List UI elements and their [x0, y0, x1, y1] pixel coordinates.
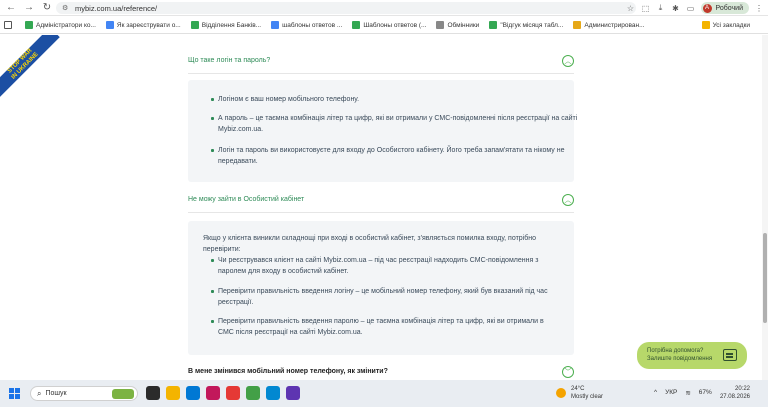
- list-item: Перевірити правильність введення логіну …: [211, 287, 558, 308]
- menu-icon[interactable]: ⋮: [754, 4, 764, 13]
- edge-icon[interactable]: [186, 386, 200, 400]
- search-placeholder: Пошук: [45, 390, 67, 397]
- taskbar-search[interactable]: ⌕ Пошук: [30, 386, 138, 401]
- divider: [188, 73, 574, 74]
- stop-war-ribbon: STOP WAR IN UKRAINE: [0, 35, 60, 101]
- sun-icon: [556, 388, 566, 398]
- help-line2: Залиште повідомлення: [647, 355, 713, 362]
- doc-icon: [271, 21, 280, 29]
- bookmark-item[interactable]: "Відгук місяця табл...: [489, 21, 563, 29]
- answer-intro: Якщо у клієнта виникли складнощі при вхо…: [203, 235, 536, 253]
- download-icon[interactable]: ⤓: [656, 3, 666, 13]
- help-line1: Потрібна допомога?: [647, 348, 704, 354]
- sheets-icon: [25, 21, 33, 29]
- globe-icon: [436, 21, 445, 29]
- bookmark-item[interactable]: Шаблоны ответов (...: [352, 21, 426, 29]
- bookmark-label: Шаблоны ответов (...: [363, 21, 427, 29]
- bookmark-label: Администрирован...: [584, 21, 645, 29]
- chevron-down-icon[interactable]: ﹀: [562, 366, 574, 378]
- taskbar: ⌕ Пошук 24°C Mostly clear ^ УКР ≋ 67% 20…: [0, 380, 768, 407]
- profile-label: Робочий: [715, 4, 743, 12]
- app-icon[interactable]: [206, 386, 220, 400]
- clock[interactable]: 20:22 27.08.2026: [720, 385, 750, 401]
- date: 27.08.2026: [719, 394, 750, 400]
- sidepanel-icon[interactable]: ▭: [686, 4, 696, 13]
- bookmark-item[interactable]: Як зареєструвати о...: [105, 21, 181, 29]
- list-item: Логін та пароль ви використовуєте для вх…: [211, 146, 568, 167]
- bookmark-label: Як зареєструвати о...: [116, 21, 181, 29]
- bookmark-label: "Відгук місяця табл...: [500, 21, 564, 29]
- chrome-icon[interactable]: [226, 386, 240, 400]
- bookmark-item[interactable]: шаблоны ответов ...: [271, 21, 342, 29]
- bookmark-item[interactable]: Адміністратори ко...: [25, 21, 96, 29]
- bookmark-label: Адміністратори ко...: [36, 21, 96, 29]
- faq-question-3[interactable]: В мене змінився мобільний номер телефону…: [188, 368, 388, 375]
- chat-icon: [723, 349, 737, 361]
- app-icon[interactable]: [286, 386, 300, 400]
- bookmarks-bar: Адміністратори ко... Як зареєструвати о.…: [0, 17, 768, 34]
- sheets-icon: [190, 21, 199, 29]
- site-info-icon[interactable]: ⚙: [62, 4, 70, 12]
- faq-question-1[interactable]: Що таке логін та пароль?: [188, 57, 270, 64]
- weather-widget[interactable]: 24°C Mostly clear: [556, 385, 603, 401]
- sheets-icon: [352, 21, 361, 29]
- chevron-up-icon[interactable]: ^: [654, 389, 657, 397]
- avatar: А: [702, 3, 712, 13]
- search-highlight-icon: [112, 389, 134, 399]
- language-indicator[interactable]: УКР: [665, 389, 677, 397]
- sheets-icon: [489, 21, 498, 29]
- list-item: А пароль – це таємна комбінація літер та…: [211, 114, 578, 135]
- help-widget[interactable]: Потрібна допомога? Залиште повідомлення: [637, 342, 747, 369]
- faq-question-2[interactable]: Не можу зайти в Особистий кабінет: [188, 196, 304, 203]
- bookmark-item[interactable]: Відділення Банків...: [190, 21, 262, 29]
- reload-icon[interactable]: ↻: [40, 1, 54, 15]
- folder-icon: [701, 21, 710, 29]
- system-tray: ^ УКР ≋ 67%: [654, 389, 712, 397]
- battery-label[interactable]: 67%: [699, 389, 712, 397]
- time: 20:22: [734, 386, 750, 392]
- list-item: Логіном є ваш номер мобільного телефону.: [211, 95, 558, 106]
- admin-icon: [573, 21, 582, 29]
- forward-icon[interactable]: →: [22, 1, 36, 15]
- bookmark-item[interactable]: Обмінники: [436, 21, 479, 29]
- address-bar[interactable]: ⚙ mybiz.com.ua/reference/: [56, 2, 636, 14]
- bookmark-item[interactable]: Администрирован...: [573, 21, 645, 29]
- page-content: STOP WAR IN UKRAINE Що таке логін та пар…: [0, 35, 768, 380]
- apps-icon[interactable]: [4, 21, 15, 29]
- wifi-icon[interactable]: ≋: [685, 389, 690, 397]
- chevron-up-icon[interactable]: ︿: [562, 194, 574, 206]
- list-item: Чи реєструвався клієнт на сайті Mybiz.co…: [211, 256, 558, 277]
- task-view-icon[interactable]: [146, 386, 160, 400]
- back-icon[interactable]: ←: [4, 1, 18, 15]
- extensions-puzzle-icon[interactable]: ✱: [671, 4, 681, 13]
- url-text: mybiz.com.ua/reference/: [75, 3, 158, 13]
- list-item: Перевірити правильність введення паролю …: [211, 317, 558, 338]
- browser-toolbar: ← → ↻ ⚙ mybiz.com.ua/reference/ ☆ ⬚ ⤓ ✱ …: [0, 0, 768, 16]
- chevron-up-icon[interactable]: ︿: [562, 55, 574, 67]
- star-icon[interactable]: ☆: [626, 4, 636, 13]
- chrome-profile-icon[interactable]: [246, 386, 260, 400]
- extension-icon[interactable]: ⬚: [641, 4, 651, 13]
- page-scrollbar[interactable]: [762, 35, 768, 380]
- divider: [188, 212, 574, 213]
- file-explorer-icon[interactable]: [166, 386, 180, 400]
- bookmark-label: Відділення Банків...: [201, 21, 262, 29]
- bookmark-label: Обмінники: [447, 21, 480, 29]
- scroll-thumb[interactable]: [763, 233, 767, 323]
- search-icon: ⌕: [37, 388, 42, 398]
- all-bookmarks-label: Усі закладки: [712, 21, 750, 29]
- windows-start-icon[interactable]: [9, 388, 20, 399]
- telegram-icon[interactable]: [266, 386, 280, 400]
- doc-icon: [105, 21, 114, 29]
- profile-button[interactable]: А Робочий: [700, 2, 749, 14]
- pinned-apps: [146, 386, 300, 400]
- bookmark-label: шаблоны ответов ...: [282, 21, 343, 29]
- all-bookmarks[interactable]: Усі закладки: [701, 21, 750, 29]
- weather-desc: Mostly clear: [571, 394, 604, 400]
- weather-temp: 24°C: [571, 386, 585, 392]
